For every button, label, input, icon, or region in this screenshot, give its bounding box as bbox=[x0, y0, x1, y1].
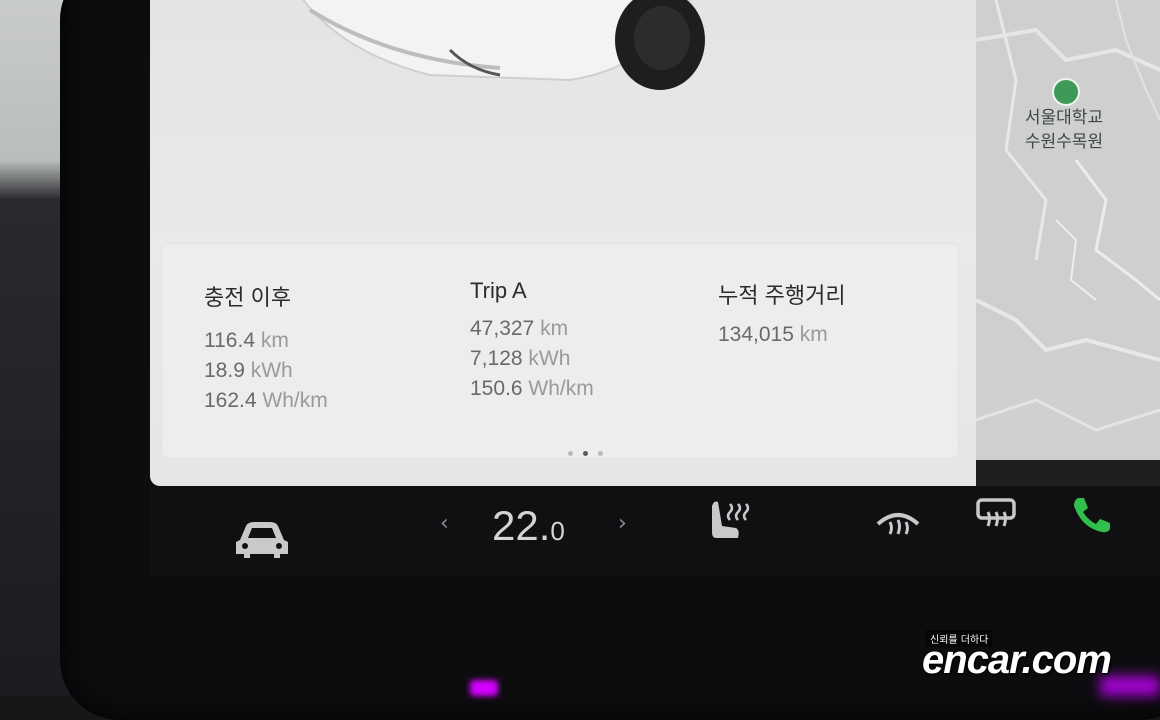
map-roads bbox=[976, 0, 1160, 432]
vehicle-render bbox=[302, 0, 705, 90]
car-icon[interactable] bbox=[232, 516, 292, 560]
rear-defrost-icon[interactable] bbox=[974, 496, 1018, 530]
trip-stats-panel: 충전 이후 116.4 km 18.9 kWh 162.4 Wh/km Trip… bbox=[162, 244, 958, 458]
navigation-map[interactable]: 서울대학교 수원수목원 bbox=[976, 0, 1160, 460]
trip-a-energy: 7,128 kWh bbox=[470, 347, 571, 370]
since-charge-efficiency: 162.4 Wh/km bbox=[204, 389, 328, 412]
since-charge-energy: 18.9 kWh bbox=[204, 359, 293, 382]
since-charge-heading: 충전 이후 bbox=[204, 285, 292, 310]
ambient-light bbox=[470, 680, 498, 696]
page-indicator[interactable] bbox=[568, 451, 603, 456]
encar-watermark: 신뢰를 더하다 encar.com bbox=[918, 626, 1158, 686]
leaf-pin-icon[interactable] bbox=[1052, 78, 1080, 106]
since-charge-distance: 116.4 km bbox=[204, 329, 289, 352]
map-poi-label[interactable]: 서울대학교 수원수목원 bbox=[1016, 106, 1112, 154]
front-defrost-icon[interactable] bbox=[874, 504, 922, 540]
display-screen: 충전 이후 116.4 km 18.9 kWh 162.4 Wh/km Trip… bbox=[150, 0, 1160, 486]
temp-decrease-button[interactable]: ‹ bbox=[440, 511, 449, 536]
odometer-distance: 134,015 km bbox=[718, 323, 828, 346]
trip-a-heading: Trip A bbox=[470, 278, 527, 303]
vehicle-card: 충전 이후 116.4 km 18.9 kWh 162.4 Wh/km Trip… bbox=[150, 0, 976, 486]
since-charge-column[interactable]: 충전 이후 116.4 km 18.9 kWh 162.4 Wh/km bbox=[204, 280, 328, 416]
page-dot-active[interactable] bbox=[583, 451, 588, 456]
trip-a-efficiency: 150.6 Wh/km bbox=[470, 377, 594, 400]
phone-icon[interactable] bbox=[1068, 494, 1112, 534]
odometer-column[interactable]: 누적 주행거리 134,015 km bbox=[718, 278, 846, 350]
cabin-temperature[interactable]: 22.0 bbox=[492, 502, 565, 550]
trip-a-distance: 47,327 km bbox=[470, 317, 569, 340]
page-dot[interactable] bbox=[568, 451, 573, 456]
page-dot[interactable] bbox=[598, 451, 603, 456]
bottom-control-bar: ‹ 22.0 › bbox=[150, 486, 1160, 576]
watermark-brand: encar.com bbox=[922, 638, 1112, 682]
trip-a-column[interactable]: Trip A 47,327 km 7,128 kWh 150.6 Wh/km bbox=[470, 278, 594, 404]
seat-heater-icon[interactable] bbox=[708, 498, 752, 544]
temp-increase-button[interactable]: › bbox=[618, 511, 627, 536]
odometer-heading: 누적 주행거리 bbox=[718, 283, 846, 308]
